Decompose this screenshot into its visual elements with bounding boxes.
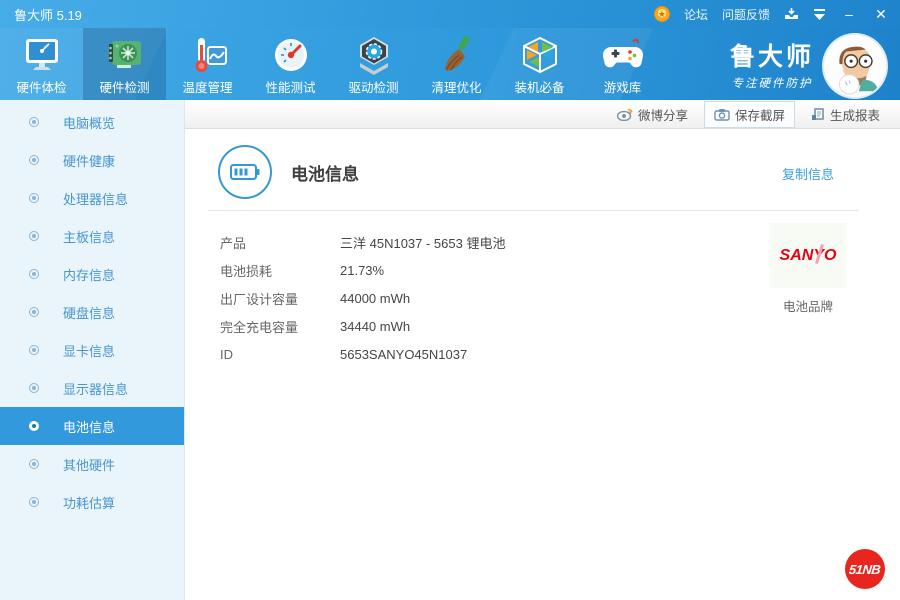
tab-driver-detect[interactable]: 驱动检测	[332, 28, 415, 100]
radio-dot-icon	[29, 497, 39, 507]
tab-label: 驱动检测	[348, 81, 399, 95]
brand-slogan: 专注硬件防护	[731, 78, 813, 90]
radio-dot-icon	[29, 421, 39, 431]
battery-brand-logo: SANYO	[770, 223, 846, 288]
generate-report-button[interactable]: 生成报表	[801, 101, 890, 128]
sidebar: 电脑概览 硬件健康 处理器信息 主板信息 内存信息 硬盘信息 显卡信息 显示器信…	[0, 100, 185, 600]
sidebar-item-computer-overview[interactable]: 电脑概览	[0, 103, 184, 141]
table-row: 完全充电容量 34440 mWh	[220, 318, 411, 335]
battery-brand-caption: 电池品牌	[782, 300, 833, 314]
radio-dot-icon	[29, 269, 39, 279]
camera-icon	[714, 108, 730, 121]
mascot-avatar	[824, 35, 886, 97]
radio-dot-icon	[29, 307, 39, 317]
main-menu-icon[interactable]	[813, 8, 826, 20]
tab-label: 硬件检测	[99, 81, 150, 95]
sanyo-logo: SANYO	[779, 246, 837, 264]
monitor-radar-icon	[19, 32, 65, 78]
forum-link[interactable]: 论坛	[684, 6, 708, 23]
table-row: 电池损耗 21.73%	[220, 262, 385, 279]
speed-gauge-icon	[268, 32, 314, 78]
battery-info-table: 产品 三洋 45N1037 - 5653 锂电池 电池损耗 21.73% 出厂设…	[220, 228, 505, 368]
close-button[interactable]: ✕	[872, 6, 890, 23]
tab-game-library[interactable]: 游戏库	[581, 28, 664, 100]
save-screenshot-button[interactable]: 保存截屏	[703, 100, 795, 128]
tab-label: 装机必备	[514, 81, 565, 95]
content-area: 微博分享 保存截屏 生成报表 电池信息 复制信息 产品 三洋 45N1037 -…	[185, 100, 900, 600]
table-row: 产品 三洋 45N1037 - 5653 锂电池	[220, 235, 506, 251]
tab-hardware-checkup[interactable]: 硬件体检	[0, 28, 83, 100]
radio-dot-icon	[29, 231, 39, 241]
sidebar-item-disk-info[interactable]: 硬盘信息	[0, 293, 184, 331]
sidebar-item-motherboard-info[interactable]: 主板信息	[0, 217, 184, 255]
weibo-share-button[interactable]: 微博分享	[607, 101, 698, 128]
tab-hardware-detect[interactable]: 硬件检测	[83, 28, 166, 100]
radio-dot-icon	[29, 383, 39, 393]
tab-performance[interactable]: 性能测试	[249, 28, 332, 100]
thermometer-chart-icon	[185, 32, 231, 78]
tab-temperature[interactable]: 温度管理	[166, 28, 249, 100]
feedback-link[interactable]: 问题反馈	[722, 6, 770, 23]
minimize-button[interactable]: –	[840, 6, 858, 22]
divider	[208, 210, 859, 211]
sidebar-item-display-info[interactable]: 显示器信息	[0, 369, 184, 407]
51nb-watermark: 51NB	[845, 549, 885, 589]
gpu-card-icon	[102, 32, 148, 78]
ludashi-window: 鲁大师 5.19 ★ 论坛 问题反馈 – ✕ 硬件体检 硬件检测 温度管理 性能…	[0, 0, 900, 600]
sidebar-item-other-hardware[interactable]: 其他硬件	[0, 445, 184, 483]
sidebar-item-battery-info[interactable]: 电池信息	[0, 407, 184, 445]
actionbar: 微博分享 保存截屏 生成报表	[185, 100, 900, 129]
copy-info-link[interactable]: 复制信息	[782, 164, 834, 183]
radio-dot-icon	[29, 193, 39, 203]
radio-dot-icon	[29, 345, 39, 355]
radio-dot-icon	[29, 459, 39, 469]
sidebar-item-gpu-info[interactable]: 显卡信息	[0, 331, 184, 369]
table-row: ID 5653SANYO45N1037	[220, 346, 468, 362]
gear-hexagon-icon	[351, 32, 397, 78]
tab-label: 性能测试	[265, 81, 316, 95]
medal-icon[interactable]: ★	[653, 6, 670, 22]
tab-label: 游戏库	[603, 81, 642, 95]
radio-dot-icon	[29, 155, 39, 165]
tab-label: 清理优化	[431, 81, 482, 95]
titlebar: 鲁大师 5.19 ★ 论坛 问题反馈 – ✕	[0, 0, 900, 28]
download-tray-icon[interactable]	[784, 7, 799, 21]
table-row: 出厂设计容量 44000 mWh	[220, 290, 411, 307]
tab-label: 温度管理	[182, 81, 233, 95]
main-toolbar: 硬件体检 硬件检测 温度管理 性能测试 驱动检测 清理优化 装机必备 游戏库 鲁…	[0, 28, 900, 100]
brand-area: 鲁大师 专注硬件防护	[730, 28, 900, 100]
battery-info-page: 电池信息 复制信息 产品 三洋 45N1037 - 5653 锂电池 电池损耗 …	[185, 129, 900, 599]
weibo-icon	[616, 107, 633, 121]
sidebar-item-memory-info[interactable]: 内存信息	[0, 255, 184, 293]
tab-cleanup[interactable]: 清理优化	[415, 28, 498, 100]
cube-icon	[517, 32, 563, 78]
sidebar-item-cpu-info[interactable]: 处理器信息	[0, 179, 184, 217]
tab-label: 硬件体检	[16, 81, 67, 95]
tab-pc-builder[interactable]: 装机必备	[498, 28, 581, 100]
broom-icon	[434, 32, 480, 78]
page-title: 电池信息	[291, 164, 359, 184]
report-icon	[811, 107, 825, 121]
battery-icon	[218, 145, 272, 199]
app-title: 鲁大师 5.19	[14, 7, 82, 23]
sidebar-item-hardware-health[interactable]: 硬件健康	[0, 141, 184, 179]
brand-name: 鲁大师	[729, 43, 814, 71]
sidebar-item-power-estimate[interactable]: 功耗估算	[0, 483, 184, 521]
radio-dot-icon	[29, 117, 39, 127]
gamepad-icon	[600, 32, 646, 78]
